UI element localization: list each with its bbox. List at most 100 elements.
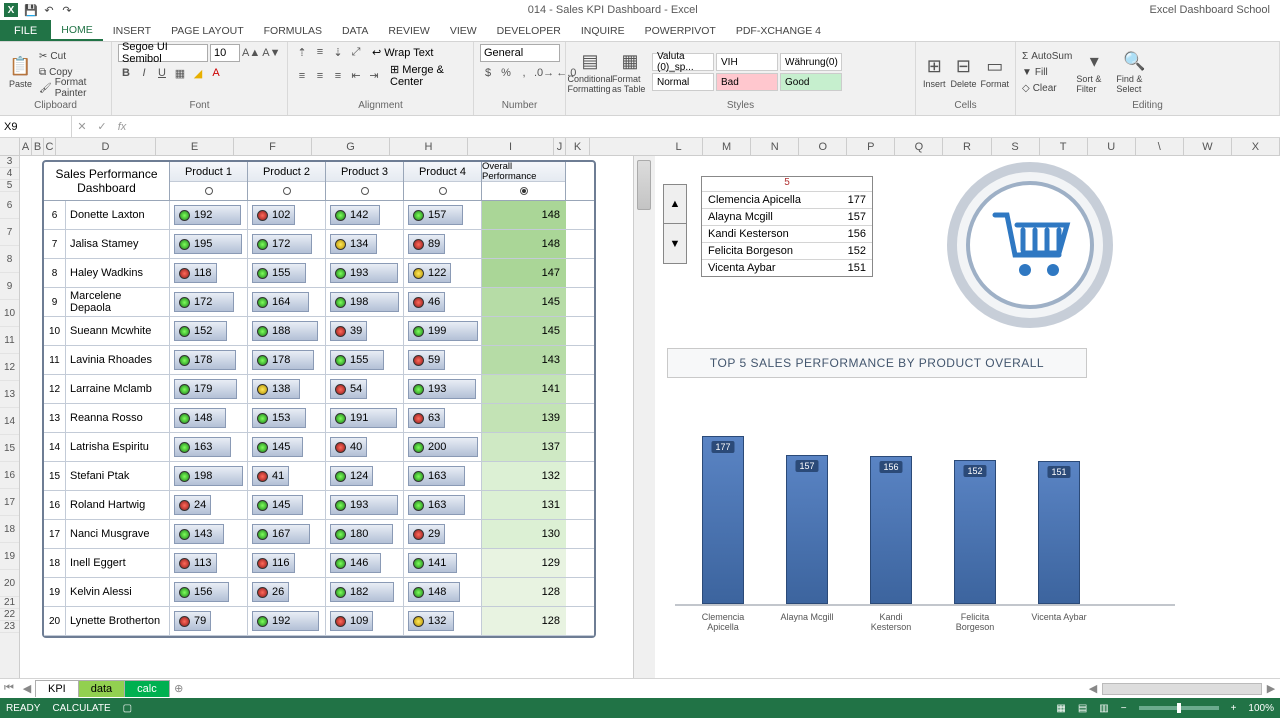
- tab-page-layout[interactable]: PAGE LAYOUT: [161, 20, 254, 41]
- spinner-down-icon[interactable]: ▼: [663, 224, 687, 264]
- tab-powerpivot[interactable]: POWERPIVOT: [635, 20, 726, 41]
- column-headers-right[interactable]: LMNO PQRS TU\WX: [655, 138, 1280, 156]
- tab-review[interactable]: REVIEW: [378, 20, 439, 41]
- fx-icon[interactable]: fx: [112, 116, 132, 137]
- save-icon[interactable]: 💾: [22, 1, 40, 19]
- style-valuta[interactable]: Valuta (0)_sp...: [652, 53, 714, 71]
- orientation-icon[interactable]: ⤢: [348, 44, 364, 60]
- clear-button[interactable]: ◇ Clear: [1022, 81, 1072, 95]
- wrap-text-button[interactable]: ↩ Wrap Text: [372, 46, 433, 59]
- row-headers[interactable]: 34567891011121314151617181920212223: [0, 156, 20, 678]
- delete-cells-button[interactable]: ⊟Delete: [950, 50, 976, 94]
- tab-data[interactable]: DATA: [332, 20, 378, 41]
- font-color-button[interactable]: A: [208, 65, 224, 81]
- zoom-level[interactable]: 100%: [1248, 703, 1274, 714]
- view-normal-icon[interactable]: ▦: [1056, 703, 1065, 714]
- redo-icon[interactable]: ↷: [58, 1, 76, 19]
- format-as-table-button[interactable]: ▦Format as Table: [612, 50, 648, 94]
- align-bottom-icon[interactable]: ⇣: [330, 44, 346, 60]
- tab-file[interactable]: FILE: [0, 20, 51, 41]
- align-center-icon[interactable]: ≡: [312, 68, 328, 84]
- underline-button[interactable]: U: [154, 65, 170, 81]
- inc-decimal-icon[interactable]: .0→: [534, 65, 554, 81]
- style-good[interactable]: Good: [780, 73, 842, 91]
- indent-inc-icon[interactable]: ⇥: [366, 68, 382, 84]
- style-waehrung[interactable]: Währung(0): [780, 53, 842, 71]
- fill-color-button[interactable]: ◢: [190, 65, 206, 81]
- radio-product-4[interactable]: [439, 187, 447, 195]
- merge-center-button[interactable]: ⊞ Merge & Center: [390, 63, 467, 88]
- tab-pdf[interactable]: PDF-XChange 4: [726, 20, 831, 41]
- dashboard-table: Sales Performance Dashboard Product 1 Pr…: [42, 160, 596, 638]
- tab-developer[interactable]: DEVELOPER: [487, 20, 571, 41]
- cut-button[interactable]: ✂ Cut: [39, 49, 105, 63]
- tab-home[interactable]: HOME: [51, 20, 103, 41]
- border-button[interactable]: ▦: [172, 65, 188, 81]
- radio-product-3[interactable]: [361, 187, 369, 195]
- new-sheet-icon[interactable]: ⊕: [170, 682, 188, 695]
- font-name-select[interactable]: Segoe UI Semibol: [118, 44, 208, 62]
- paste-button[interactable]: 📋Paste: [6, 50, 35, 94]
- cancel-formula-icon[interactable]: ✕: [72, 116, 92, 137]
- sheet-tab-calc[interactable]: calc: [124, 680, 170, 697]
- spinner-up-icon[interactable]: ▲: [663, 184, 687, 224]
- align-middle-icon[interactable]: ≡: [312, 44, 328, 60]
- grow-font-icon[interactable]: A▲: [242, 45, 260, 61]
- name-box[interactable]: X9: [0, 116, 72, 137]
- sort-filter-button[interactable]: ▾Sort & Filter: [1076, 50, 1112, 94]
- tab-inquire[interactable]: INQUIRE: [571, 20, 635, 41]
- comma-icon[interactable]: ,: [516, 65, 532, 81]
- radio-overall[interactable]: [520, 187, 528, 195]
- fill-button[interactable]: ▼ Fill: [1022, 65, 1072, 79]
- radio-product-2[interactable]: [283, 187, 291, 195]
- style-normal[interactable]: Normal: [652, 73, 714, 91]
- align-left-icon[interactable]: ≡: [294, 68, 310, 84]
- sheet-tab-kpi[interactable]: KPI: [35, 680, 79, 697]
- format-cells-button[interactable]: ▭Format: [980, 50, 1009, 94]
- bold-button[interactable]: B: [118, 65, 134, 81]
- scroll-first-icon[interactable]: ⏮: [0, 682, 18, 695]
- style-vih[interactable]: VIH: [716, 53, 778, 71]
- dashboard-title: Sales Performance Dashboard: [44, 162, 170, 200]
- find-select-button[interactable]: 🔍Find & Select: [1116, 50, 1152, 94]
- zoom-out-icon[interactable]: −: [1121, 703, 1127, 714]
- hscroll-right-icon[interactable]: ▶: [1262, 682, 1280, 695]
- view-page-layout-icon[interactable]: ▤: [1078, 703, 1087, 714]
- macro-record-icon[interactable]: ▢: [123, 703, 132, 714]
- top5-bar-chart: 177157156152151 Clemencia ApicellaAlayna…: [675, 406, 1175, 646]
- align-top-icon[interactable]: ⇡: [294, 44, 310, 60]
- list-item: Vicenta Aybar151: [702, 259, 872, 276]
- undo-icon[interactable]: ↶: [40, 1, 58, 19]
- dashboard-scrollbar[interactable]: [633, 156, 655, 678]
- indent-dec-icon[interactable]: ⇤: [348, 68, 364, 84]
- tab-insert[interactable]: INSERT: [103, 20, 161, 41]
- scroll-prev-icon[interactable]: ◀: [18, 682, 36, 695]
- tab-formulas[interactable]: FORMULAS: [254, 20, 332, 41]
- autosum-button[interactable]: Σ AutoSum: [1022, 49, 1072, 63]
- column-headers-left[interactable]: AB C D EF GH I JK: [0, 138, 655, 156]
- insert-cells-button[interactable]: ⊞Insert: [922, 50, 946, 94]
- number-format-select[interactable]: General: [480, 44, 560, 62]
- table-row: 19Kelvin Alessi15626182148128: [44, 578, 594, 607]
- table-row: 15Stefani Ptak19841124163132: [44, 462, 594, 491]
- percent-icon[interactable]: %: [498, 65, 514, 81]
- tab-view[interactable]: VIEW: [440, 20, 487, 41]
- horizontal-scrollbar[interactable]: [1102, 683, 1262, 695]
- align-right-icon[interactable]: ≡: [330, 68, 346, 84]
- view-page-break-icon[interactable]: ▥: [1099, 703, 1108, 714]
- select-all-corner[interactable]: [0, 138, 20, 155]
- enter-formula-icon[interactable]: ✓: [92, 116, 112, 137]
- style-bad[interactable]: Bad: [716, 73, 778, 91]
- hscroll-left-icon[interactable]: ◀: [1084, 682, 1102, 695]
- radio-product-1[interactable]: [205, 187, 213, 195]
- conditional-formatting-button[interactable]: ▤Conditional Formatting: [572, 50, 608, 94]
- sheet-tab-data[interactable]: data: [78, 680, 125, 697]
- zoom-in-icon[interactable]: +: [1231, 703, 1237, 714]
- currency-icon[interactable]: $: [480, 65, 496, 81]
- format-painter-button[interactable]: 🖌 Format Painter: [39, 81, 105, 95]
- shrink-font-icon[interactable]: A▼: [262, 45, 280, 61]
- font-size-select[interactable]: 10: [210, 44, 240, 62]
- top5-spinner[interactable]: ▲ ▼: [663, 184, 687, 264]
- zoom-slider[interactable]: [1139, 706, 1219, 710]
- italic-button[interactable]: I: [136, 65, 152, 81]
